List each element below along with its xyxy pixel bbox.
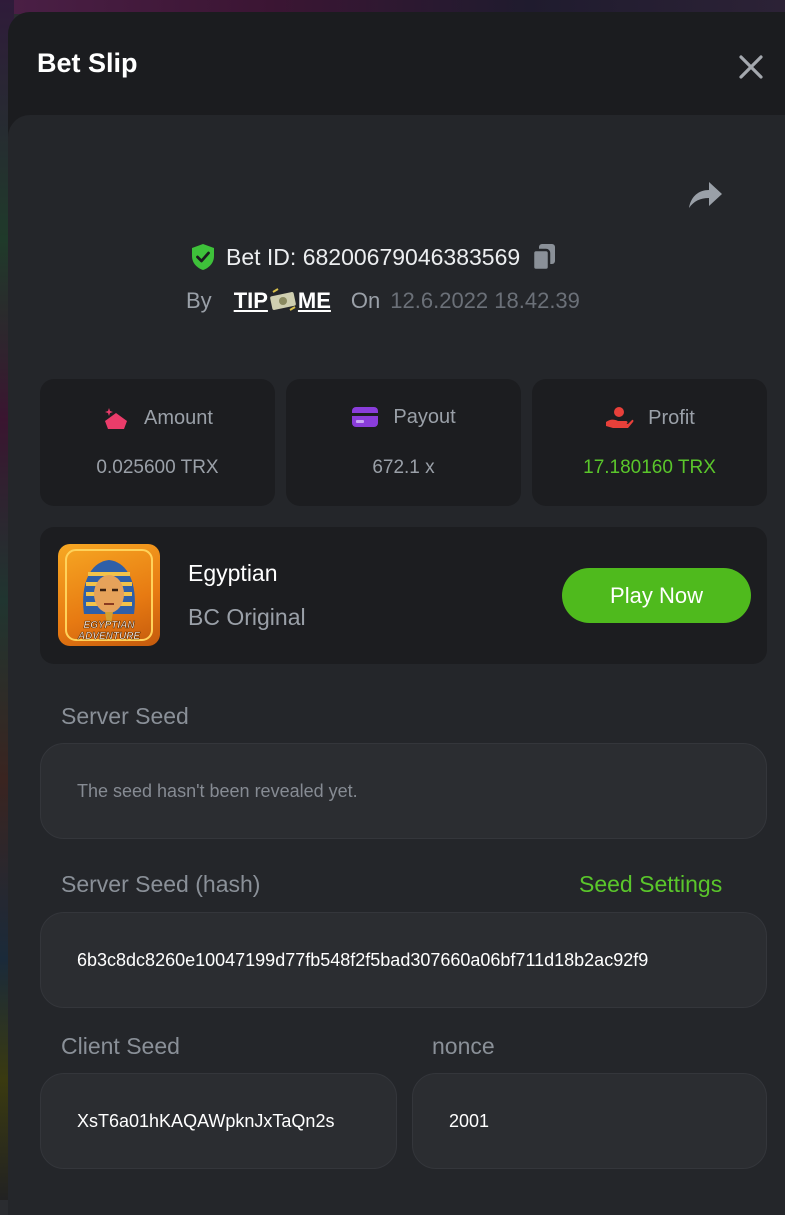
username-link[interactable]: TIP ME [234, 288, 331, 314]
profit-value: 17.180160 TRX [583, 457, 716, 478]
on-label: On [350, 288, 381, 313]
share-button[interactable] [685, 178, 725, 212]
client-seed-label: Client Seed [61, 1033, 180, 1059]
payout-card: Payout 672.1 x [286, 379, 521, 506]
amount-label: Amount [144, 406, 213, 429]
payout-label: Payout [393, 405, 456, 428]
close-icon [739, 55, 763, 79]
game-provider: BC Original [188, 604, 306, 630]
copy-icon [531, 244, 556, 272]
amount-card: Amount 0.025600 TRX [40, 379, 275, 506]
seed-settings-link[interactable]: Seed Settings [579, 871, 722, 898]
share-icon [689, 182, 722, 208]
nonce-field[interactable]: 2001 [412, 1073, 767, 1169]
payout-value: 672.1 x [372, 457, 435, 478]
bet-author-row: By TIP ME On 12.6.2022 18.42.39 [186, 286, 580, 316]
amount-icon [105, 408, 128, 429]
card-icon [352, 407, 379, 427]
client-seed-value: XsT6a01hKAQAWpknJxTaQn2s [77, 1110, 335, 1131]
thumb-title-line2: ADVENTURE [77, 631, 141, 642]
game-thumbnail[interactable]: EGYPTIAN ADVENTURE [58, 544, 160, 646]
nonce-label: nonce [432, 1033, 495, 1059]
by-label: By [186, 288, 212, 313]
nonce-value: 2001 [449, 1110, 490, 1131]
verified-shield-icon [192, 244, 214, 270]
username-part-1: TIP [233, 288, 268, 313]
game-name: Egyptian [188, 560, 278, 586]
bet-id-label: Bet ID: [226, 243, 297, 270]
profit-card: Profit 17.180160 TRX [532, 379, 767, 506]
server-seed-field[interactable]: The seed hasn't been revealed yet. [40, 743, 767, 839]
profit-hand-icon [606, 407, 634, 428]
server-seed-hash-field[interactable]: 6b3c8dc8260e10047199d77fb548f2f5bad30766… [40, 912, 767, 1008]
server-seed-value: The seed hasn't been revealed yet. [77, 780, 358, 801]
bet-date: 12.6.2022 18.42.39 [390, 288, 580, 313]
bet-id-value: 68200679046383569 [302, 243, 521, 270]
money-emoji-icon [270, 288, 296, 311]
thumb-title-line1: EGYPTIAN [83, 620, 135, 631]
close-button[interactable] [736, 52, 766, 82]
play-now-button[interactable]: Play Now [562, 568, 751, 623]
server-seed-hash-label: Server Seed (hash) [61, 871, 261, 897]
server-seed-hash-value: 6b3c8dc8260e10047199d77fb548f2f5bad30766… [77, 949, 649, 970]
game-card: EGYPTIAN ADVENTURE Egyptian BC Original … [40, 527, 767, 664]
username-part-2: ME [297, 288, 331, 313]
copy-button[interactable] [530, 242, 558, 272]
modal-title: Bet Slip [37, 48, 138, 78]
client-seed-field[interactable]: XsT6a01hKAQAWpknJxTaQn2s [40, 1073, 397, 1169]
bet-id-row: Bet ID: 68200679046383569 [190, 240, 558, 274]
server-seed-label: Server Seed [61, 703, 189, 729]
amount-value: 0.025600 TRX [96, 457, 219, 478]
profit-label: Profit [648, 406, 695, 429]
pharaoh-image: EGYPTIAN ADVENTURE [65, 549, 153, 642]
